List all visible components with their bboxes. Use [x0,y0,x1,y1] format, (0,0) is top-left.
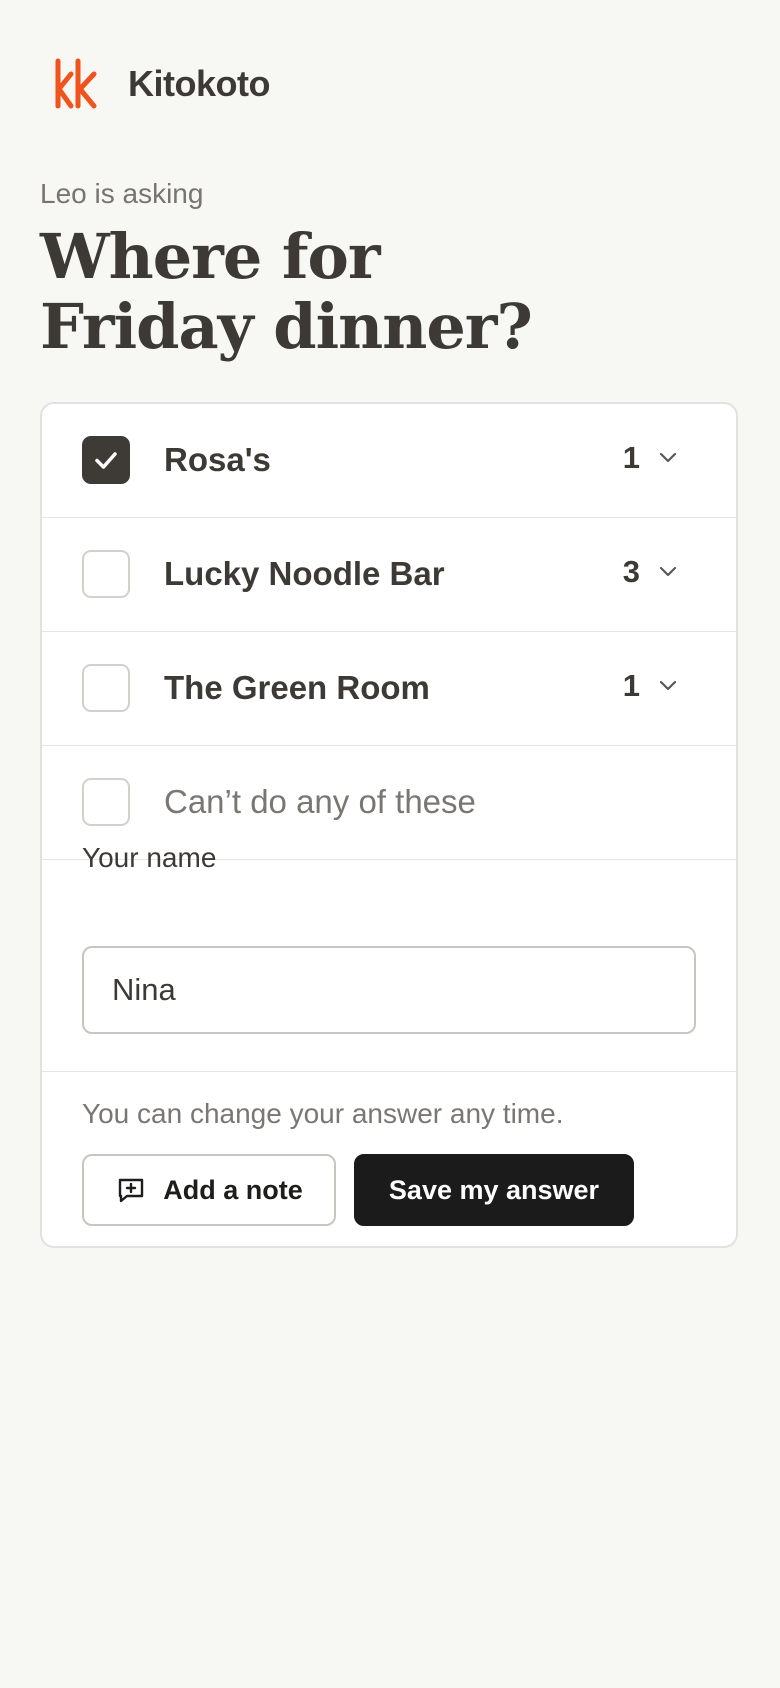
vote-count[interactable]: 3 [623,552,640,592]
chevron-down-icon[interactable] [658,678,678,692]
option-checkbox[interactable] [82,436,130,484]
change-answer-hint: You can change your answer any time. [82,1098,564,1129]
vote-count[interactable]: 1 [623,666,640,706]
vote-count[interactable]: 1 [623,438,640,478]
add-note-button[interactable]: Add a note [82,1154,336,1226]
add-note-label: Add a note [163,1174,303,1205]
option-checkbox[interactable] [82,778,130,826]
option-rosas[interactable]: Rosa's 1 [42,404,736,518]
save-answer-label: Save my answer [388,1174,600,1205]
message-plus-icon [119,1178,144,1203]
brand-header: Kitokoto [54,58,270,110]
kk-logo-icon [55,58,97,109]
poll-question: Where for Friday dinner? [40,222,640,362]
save-answer-button[interactable]: Save my answer [354,1154,634,1226]
asker-label: Leo is asking [40,178,204,209]
option-lucky-noodle-bar[interactable]: Lucky Noodle Bar 3 [42,518,736,632]
poll-question-line-2: Friday dinner? [40,290,533,363]
chevron-down-icon[interactable] [658,564,678,578]
poll-card: Rosa's 1 Lucky Noodle Bar 3 The Green Ro… [40,402,738,1248]
check-icon [95,452,117,469]
option-the-green-room[interactable]: The Green Room 1 [42,632,736,746]
option-label: Can’t do any of these [164,783,476,820]
name-input[interactable] [82,946,696,1034]
option-checkbox[interactable] [82,664,130,712]
brand-name: Kitokoto [128,63,270,104]
option-label: The Green Room [164,669,430,706]
option-checkbox[interactable] [82,550,130,598]
name-label: Your name [82,842,217,873]
option-label: Rosa's [164,441,271,478]
chevron-down-icon[interactable] [658,450,678,464]
option-label: Lucky Noodle Bar [164,555,445,592]
poll-question-line-1: Where for [40,220,381,293]
